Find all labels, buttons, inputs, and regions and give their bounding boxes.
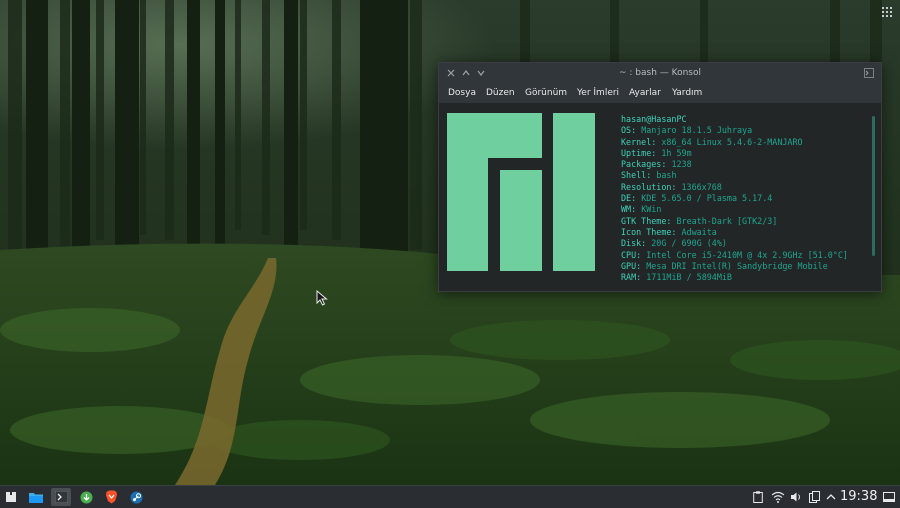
window-menu-button[interactable] xyxy=(863,67,875,79)
line-value: KWin xyxy=(641,204,662,215)
konsole-icon xyxy=(54,491,68,503)
line-value: Manjaro 18.1.5 Juhraya xyxy=(641,125,753,136)
line-value: Breath-Dark [GTK2/3] xyxy=(676,215,778,226)
line-value: Mesa DRI Intel(R) Sandybridge Mobile xyxy=(646,260,828,271)
neofetch-line: Kernel: x86_64 Linux 5.4.6-2-MANJARO xyxy=(621,136,803,147)
clipboard-icon xyxy=(753,491,763,503)
brave-browser-icon xyxy=(105,490,117,504)
menu-settings[interactable]: Ayarlar xyxy=(629,88,661,98)
application-launcher-button[interactable] xyxy=(1,488,21,506)
taskbar-steam[interactable] xyxy=(126,488,146,506)
line-value: bash xyxy=(656,170,677,181)
taskbar-file-manager[interactable] xyxy=(26,488,46,506)
neofetch-line: Packages: 1238 xyxy=(621,159,692,170)
volume-icon xyxy=(791,492,800,502)
line-key: Resolution xyxy=(621,181,672,192)
manjaro-logo xyxy=(447,113,595,271)
menu-edit[interactable]: Düzen xyxy=(486,88,515,98)
neofetch-line: Uptime: 1h 59m xyxy=(621,147,692,158)
show-desktop-button[interactable] xyxy=(882,489,896,505)
taskbar-panel: 19:38 xyxy=(0,485,900,508)
line-value: 1711MiB / 5894MiB xyxy=(646,272,732,283)
volume-button[interactable] xyxy=(789,489,803,505)
line-key: Shell xyxy=(621,170,647,181)
menu-file[interactable]: Dosya xyxy=(448,88,476,98)
konsole-app-icon xyxy=(864,68,874,78)
neofetch-line: GTK Theme: Breath-Dark [GTK2/3] xyxy=(621,215,778,226)
neofetch-line: RAM: 1711MiB / 5894MiB xyxy=(621,272,732,283)
line-key: CPU xyxy=(621,249,637,260)
taskbar-brave-browser[interactable] xyxy=(101,488,121,506)
show-desktop-icon xyxy=(883,492,895,502)
line-value: Intel Core i5-2410M @ 4x 2.9GHz [51.0°C] xyxy=(646,249,848,260)
menu-view[interactable]: Görünüm xyxy=(525,88,567,98)
line-value: 1h 59m xyxy=(661,147,692,158)
line-value: 1238 xyxy=(671,159,692,170)
line-value: x86_64 Linux 5.4.6-2-MANJARO xyxy=(661,136,803,147)
line-key: GTK Theme xyxy=(621,215,667,226)
device-notifier-button[interactable] xyxy=(807,489,821,505)
line-key: Packages xyxy=(621,159,662,170)
network-wifi-icon xyxy=(771,491,785,503)
neofetch-output: hasan@HasanPC OS: Manjaro 18.1.5 Juhraya K… xyxy=(621,114,848,283)
clipboard-button[interactable] xyxy=(751,489,765,505)
line-key: WM xyxy=(621,204,632,215)
line-value: KDE 5.65.0 / Plasma 5.17.4 xyxy=(641,193,773,204)
neofetch-line: Disk: 20G / 690G (4%) xyxy=(621,238,727,249)
neofetch-line: CPU: Intel Core i5-2410M @ 4x 2.9GHz [51… xyxy=(621,249,848,260)
download-manager-icon xyxy=(80,491,92,503)
device-notifier-icon xyxy=(808,491,820,503)
neofetch-line: Shell: bash xyxy=(621,170,677,181)
line-key: Disk xyxy=(621,238,642,249)
file-manager-icon xyxy=(29,493,43,503)
taskbar-konsole[interactable] xyxy=(51,488,71,506)
terminal-scrollbar[interactable] xyxy=(872,116,875,256)
network-button[interactable] xyxy=(771,489,785,505)
neofetch-line: GPU: Mesa DRI Intel(R) Sandybridge Mobil… xyxy=(621,260,828,271)
line-value: 1366x768 xyxy=(681,181,722,192)
neofetch-line: Resolution: 1366x768 xyxy=(621,181,722,192)
line-key: RAM xyxy=(621,272,637,283)
konsole-window[interactable]: ~ : bash — Konsol Dosya Düzen Görünüm Ye… xyxy=(438,62,882,292)
desktop-toolbox-button[interactable] xyxy=(878,3,896,21)
neofetch-line: DE: KDE 5.65.0 / Plasma 5.17.4 xyxy=(621,193,773,204)
line-key: GPU xyxy=(621,260,637,271)
window-title: ~ : bash — Konsol xyxy=(619,68,701,78)
application-launcher-icon xyxy=(6,492,16,502)
line-value: 20G / 690G (4%) xyxy=(651,238,727,249)
window-titlebar[interactable]: ~ : bash — Konsol xyxy=(439,63,881,83)
line-key: Kernel xyxy=(621,136,652,147)
menu-bar: Dosya Düzen Görünüm Yer İmleri Ayarlar Y… xyxy=(439,83,881,103)
tray-expand-icon xyxy=(826,494,836,500)
steam-icon xyxy=(130,491,142,503)
neofetch-line: OS: Manjaro 18.1.5 Juhraya xyxy=(621,125,753,136)
digital-clock[interactable]: 19:38 xyxy=(840,489,877,504)
neofetch-header: hasan@HasanPC xyxy=(621,114,687,124)
menu-bookmarks[interactable]: Yer İmleri xyxy=(577,88,619,98)
menu-help[interactable]: Yardım xyxy=(672,88,702,98)
neofetch-line: WM: KWin xyxy=(621,204,662,215)
line-value: Adwaita xyxy=(681,226,717,237)
neofetch-line: Icon Theme: Adwaita xyxy=(621,226,717,237)
line-key: OS xyxy=(621,125,632,136)
line-key: Uptime xyxy=(621,147,652,158)
terminal-area[interactable]: hasan@HasanPC OS: Manjaro 18.1.5 Juhraya K… xyxy=(439,103,881,291)
line-key: DE xyxy=(621,193,632,204)
mouse-pointer-icon xyxy=(316,290,328,306)
taskbar-download-manager[interactable] xyxy=(76,488,96,506)
grid-menu-icon xyxy=(882,7,892,17)
tray-expand-button[interactable] xyxy=(824,489,838,505)
line-key: Icon Theme xyxy=(621,226,672,237)
